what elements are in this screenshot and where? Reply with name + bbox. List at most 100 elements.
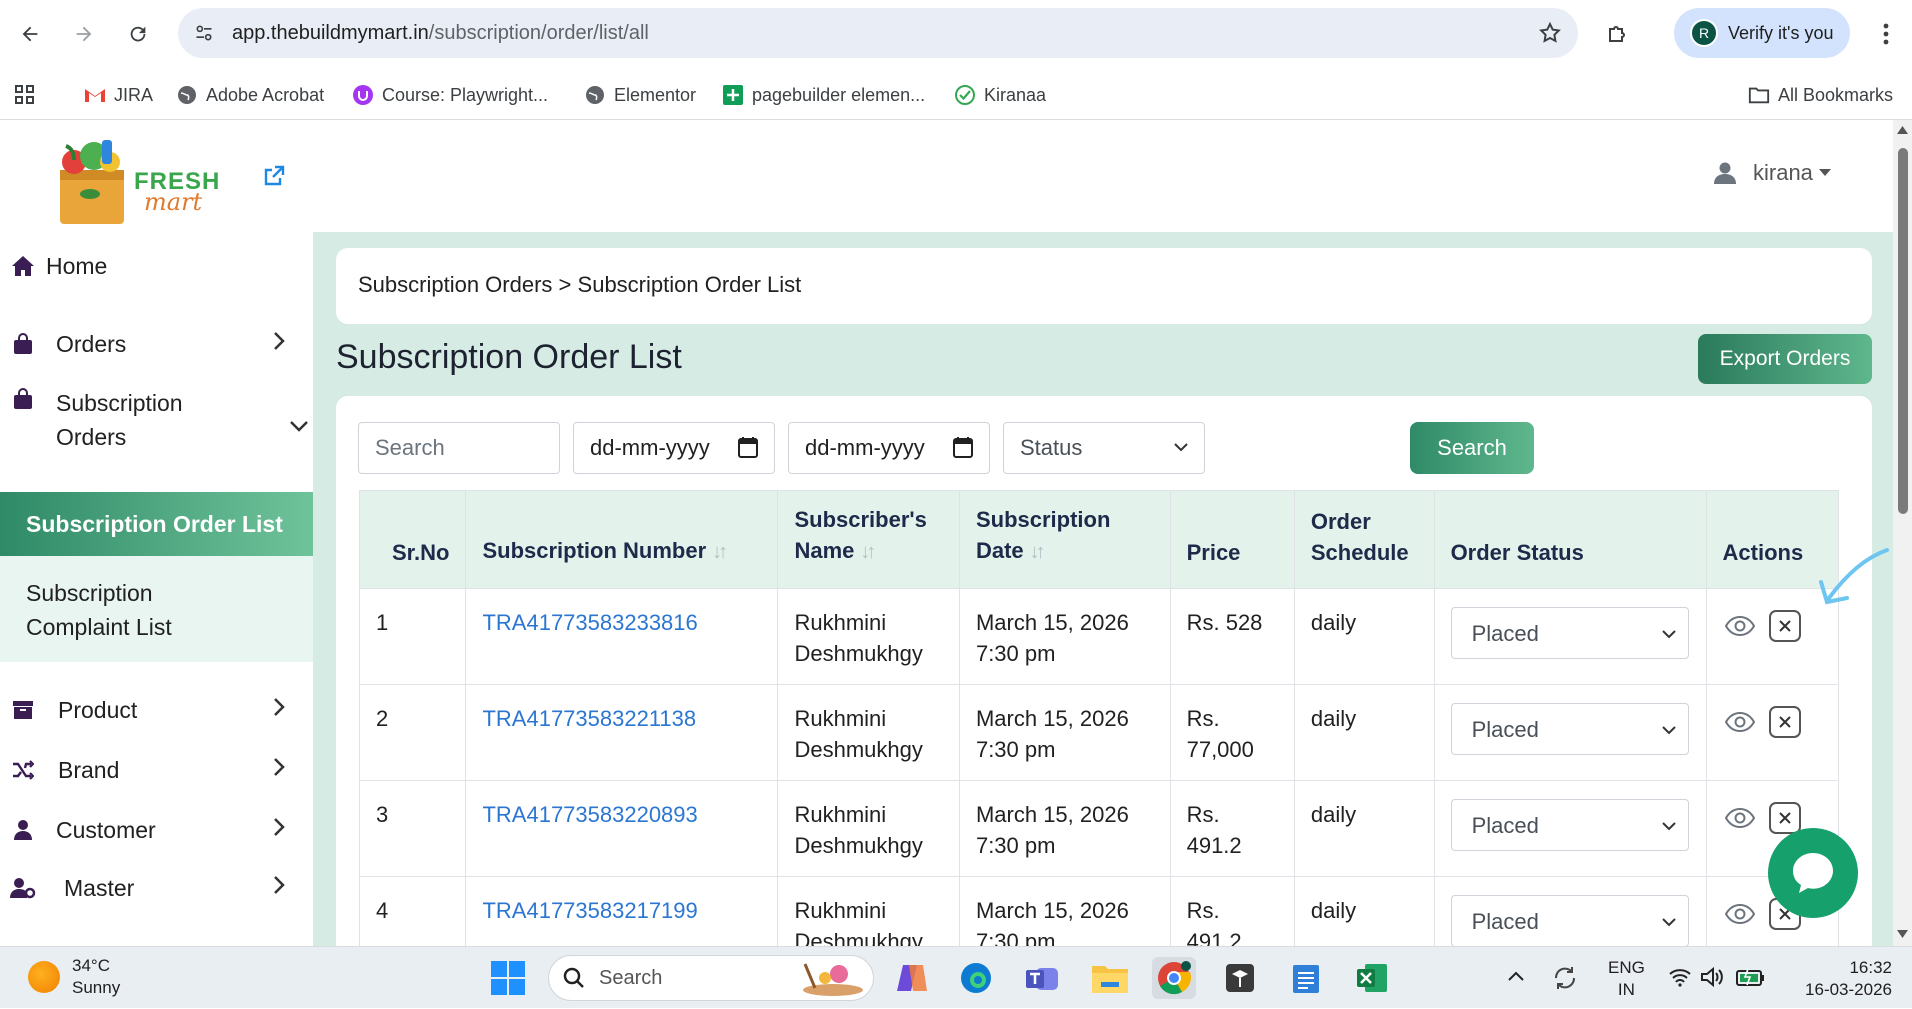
- bookmark-pagebuilder[interactable]: pagebuilder elemen...: [722, 82, 925, 108]
- apps-button[interactable]: [14, 82, 36, 108]
- column-header-order-status: Order Status: [1433, 490, 1707, 589]
- sync-icon[interactable]: [1552, 965, 1578, 991]
- view-eye-icon[interactable]: [1723, 801, 1757, 835]
- taskbar-file-explorer[interactable]: [1088, 957, 1132, 999]
- profile-verify-button[interactable]: R Verify it's you: [1674, 8, 1850, 58]
- cell-srno: 3: [358, 780, 467, 877]
- sidebar-item-brand[interactable]: Brand: [0, 750, 313, 790]
- view-eye-icon[interactable]: [1723, 705, 1757, 739]
- column-header-subscription-number[interactable]: Subscription Number ↓↑: [465, 490, 779, 589]
- page-scrollbar[interactable]: [1893, 120, 1912, 946]
- chevron-up-icon[interactable]: [1508, 971, 1524, 981]
- globe-icon: [176, 84, 198, 106]
- scrollbar-thumb[interactable]: [1898, 148, 1908, 514]
- taskbar-teams[interactable]: [1020, 957, 1064, 999]
- order-status-select[interactable]: Placed: [1450, 703, 1689, 755]
- weather-widget[interactable]: 34°C Sunny: [28, 955, 120, 999]
- sidebar-item-subscription-order-list[interactable]: Subscription Order List: [0, 492, 313, 556]
- scroll-up-arrow-icon[interactable]: [1897, 126, 1908, 134]
- annotation-arrow-icon: [1819, 548, 1889, 605]
- sidebar-item-product[interactable]: Product: [0, 690, 313, 730]
- sort-icon[interactable]: ↓↑: [1030, 541, 1046, 563]
- subscription-number-link[interactable]: TRA41773583221138: [465, 684, 779, 781]
- bookmark-course-playwright[interactable]: Course: Playwright...: [352, 82, 548, 108]
- name-line1: Rukhmini: [794, 610, 887, 635]
- cell-order-status: Placed: [1433, 684, 1707, 781]
- cancel-order-button[interactable]: [1768, 802, 1801, 834]
- wifi-icon[interactable]: [1668, 967, 1692, 987]
- battery-icon[interactable]: [1736, 967, 1766, 987]
- address-bar[interactable]: app.thebuildmymart.in/subscription/order…: [178, 8, 1578, 58]
- order-status-value: Placed: [1471, 716, 1539, 742]
- bookmark-star-icon[interactable]: [1538, 21, 1562, 45]
- volume-icon[interactable]: [1700, 967, 1724, 987]
- order-status-select[interactable]: Placed: [1450, 895, 1689, 947]
- table-row: 3 TRA41773583220893 Rukhmini Deshmukhgy M…: [358, 780, 1840, 877]
- name-line1: Rukhmini: [794, 706, 887, 731]
- back-button[interactable]: [10, 14, 50, 54]
- external-link-icon[interactable]: [262, 164, 286, 188]
- bookmark-adobe-acrobat[interactable]: Adobe Acrobat: [176, 82, 324, 108]
- sidebar-item-label-line2: Complaint List: [26, 614, 172, 640]
- sidebar-item-subscription-complaint-list[interactable]: Subscription Complaint List: [0, 556, 313, 662]
- sidebar-item-home[interactable]: Home: [0, 246, 313, 286]
- order-status-select[interactable]: Placed: [1450, 607, 1689, 659]
- url-text[interactable]: app.thebuildmymart.in/subscription/order…: [232, 22, 649, 45]
- status-filter-select[interactable]: Status: [1003, 422, 1205, 474]
- taskbar-excel[interactable]: [1350, 957, 1394, 999]
- sidebar-item-master[interactable]: Master: [0, 868, 313, 908]
- extensions-button[interactable]: [1598, 14, 1638, 54]
- breadcrumb-parent-link[interactable]: Subscription Orders: [358, 272, 552, 297]
- column-header-subscriber-name[interactable]: Subscriber's Name ↓↑: [777, 490, 960, 589]
- search-input[interactable]: Search: [358, 422, 560, 474]
- sidebar-item-customer[interactable]: Customer: [0, 810, 313, 850]
- order-status-select[interactable]: Placed: [1450, 799, 1689, 851]
- taskbar-copilot[interactable]: [890, 957, 934, 999]
- sidebar-item-orders[interactable]: Orders: [0, 324, 313, 364]
- taskbar-chrome[interactable]: [1152, 957, 1196, 999]
- taskbar-search-box[interactable]: Search: [548, 955, 874, 1001]
- view-eye-icon[interactable]: [1723, 609, 1757, 643]
- subscription-number-link[interactable]: TRA41773583220893: [465, 780, 779, 877]
- taskbar-notepad[interactable]: [1284, 957, 1328, 999]
- search-button[interactable]: Search: [1410, 422, 1534, 474]
- caret-down-icon: [1818, 169, 1831, 176]
- column-header-subscription-date[interactable]: Subscription Date ↓↑: [958, 490, 1171, 589]
- user-menu[interactable]: kirana: [1713, 160, 1831, 186]
- subscription-number-link[interactable]: TRA41773583233816: [465, 588, 779, 685]
- bookmark-kiranaa[interactable]: Kiranaa: [954, 82, 1046, 108]
- reload-button[interactable]: [118, 14, 158, 54]
- fresh-mart-logo[interactable]: FRESH mart: [52, 134, 219, 226]
- sidebar-item-label: Customer: [56, 816, 156, 843]
- bookmark-jira[interactable]: JIRA: [84, 82, 153, 108]
- taskbar-app-box[interactable]: [1218, 957, 1262, 999]
- sidebar-item-label: Product: [58, 696, 138, 723]
- calendar-icon[interactable]: [953, 436, 973, 458]
- weather-temp: 34°C: [72, 956, 110, 975]
- language-indicator[interactable]: ENG IN: [1608, 957, 1645, 1001]
- browser-menu-button[interactable]: [1866, 14, 1906, 54]
- sort-icon[interactable]: ↓↑: [712, 541, 728, 563]
- site-settings-icon[interactable]: [194, 23, 214, 43]
- windows-logo-icon: [491, 961, 525, 995]
- column-header-order-schedule: Order Schedule: [1293, 490, 1435, 589]
- date-from-input[interactable]: dd-mm-yyyy: [573, 422, 775, 474]
- calendar-icon[interactable]: [738, 436, 758, 458]
- date-line1: March 15, 2026: [975, 802, 1129, 827]
- date-to-input[interactable]: dd-mm-yyyy: [788, 422, 990, 474]
- scroll-down-arrow-icon[interactable]: [1897, 930, 1908, 938]
- sort-icon[interactable]: ↓↑: [860, 541, 876, 563]
- forward-button[interactable]: [64, 14, 104, 54]
- export-orders-button[interactable]: Export Orders: [1698, 334, 1872, 384]
- sidebar-item-label: Master: [64, 874, 135, 901]
- chat-widget-button[interactable]: [1768, 828, 1858, 918]
- cancel-order-button[interactable]: [1768, 706, 1801, 738]
- view-eye-icon[interactable]: [1723, 897, 1757, 931]
- taskbar-edge[interactable]: [954, 957, 998, 999]
- start-button[interactable]: [486, 957, 530, 999]
- sidebar-item-subscription-orders[interactable]: Subscription Orders: [0, 386, 313, 466]
- bookmark-elementor[interactable]: Elementor: [584, 82, 696, 108]
- system-clock[interactable]: 16:32 16-03-2026: [1805, 957, 1892, 1001]
- grocery-bag-icon: [60, 140, 124, 224]
- all-bookmarks-button[interactable]: All Bookmarks: [1748, 82, 1893, 108]
